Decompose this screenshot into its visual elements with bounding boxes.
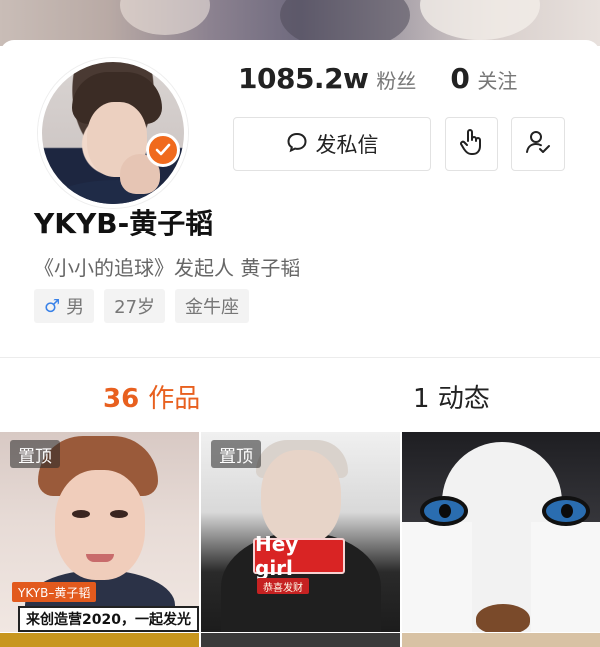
touch-action-button[interactable] <box>445 117 498 171</box>
message-bubble-icon <box>286 131 308 158</box>
works-count: 36 <box>103 384 140 414</box>
video-thumbnail-partial[interactable] <box>201 633 400 647</box>
following-count[interactable]: 0 <box>450 62 469 95</box>
followers-count[interactable]: 1085.2w <box>238 62 369 95</box>
works-label: 作品 <box>148 384 201 414</box>
followers-label[interactable]: 粉丝 <box>376 65 416 94</box>
profile-tags: ♂ 男 27岁 金牛座 <box>34 289 259 323</box>
profile-bio: 《小小的追球》发起人 黄子韬 <box>34 256 301 280</box>
profile-card: 1085.2w 粉丝 0 关注 发私信 YKYB-黄子韬 《小小的追球》发起人 … <box>0 40 600 430</box>
follow-user-button[interactable] <box>511 117 565 171</box>
age-tag: 27岁 <box>104 289 166 323</box>
user-check-icon <box>524 128 552 160</box>
video-thumbnail-partial[interactable] <box>402 633 600 647</box>
divider <box>0 357 600 358</box>
following-label[interactable]: 关注 <box>477 65 517 94</box>
video-overlay-caption: 来创造营2020，一起发光 <box>18 606 199 632</box>
video-thumbnail[interactable]: 置顶 YKYB–黄子韬 来创造营2020，一起发光 <box>0 432 199 632</box>
video-overlay-name: YKYB–黄子韬 <box>12 582 97 602</box>
tab-dynamic[interactable]: 1 动态 <box>413 378 490 415</box>
video-grid: 置顶 YKYB–黄子韬 来创造营2020，一起发光 置顶 Hey girl 恭喜… <box>0 432 600 647</box>
profile-name: YKYB-黄子韬 <box>34 207 214 240</box>
video-thumbnail[interactable]: 置顶 Hey girl 恭喜发财 <box>201 432 400 632</box>
video-overlay-sub: 恭喜发财 <box>257 578 309 594</box>
send-message-label: 发私信 <box>315 133 379 157</box>
gender-tag: ♂ 男 <box>34 289 95 323</box>
verified-check-icon <box>146 133 180 167</box>
profile-stats: 1085.2w 粉丝 0 关注 <box>238 62 517 95</box>
dynamic-count: 1 <box>413 384 430 414</box>
male-icon: ♂ <box>44 295 61 317</box>
video-overlay-title: Hey girl <box>253 532 345 580</box>
touch-hand-icon <box>459 127 485 161</box>
gender-label: 男 <box>66 297 85 318</box>
video-thumbnail-partial[interactable] <box>0 633 199 647</box>
dynamic-label: 动态 <box>437 384 490 414</box>
zodiac-tag: 金牛座 <box>175 289 250 323</box>
tab-works[interactable]: 36 作品 <box>103 378 200 415</box>
video-thumbnail[interactable] <box>402 432 600 632</box>
pinned-badge: 置顶 <box>10 440 60 468</box>
send-message-button[interactable]: 发私信 <box>233 117 431 171</box>
pinned-badge: 置顶 <box>211 440 261 468</box>
